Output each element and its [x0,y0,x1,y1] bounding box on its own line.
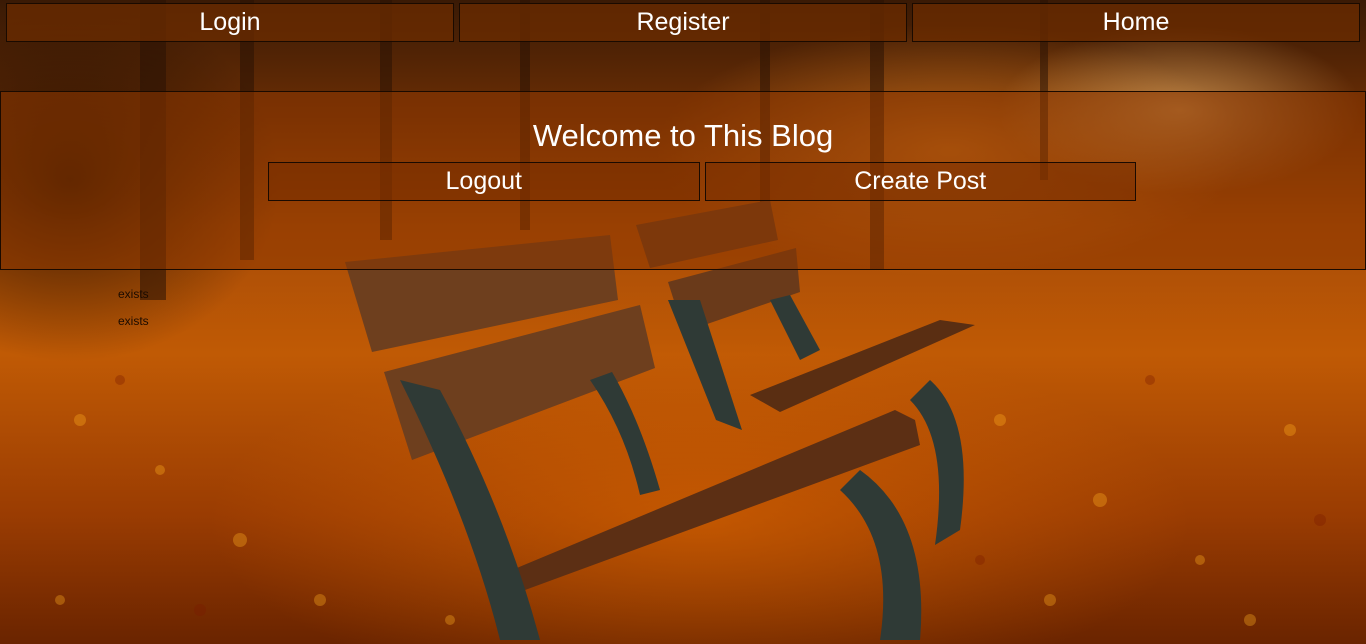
page-title: Welcome to This Blog [532,118,834,153]
home-button[interactable]: Home [912,3,1360,42]
logout-button[interactable]: Logout [268,162,700,201]
register-button[interactable]: Register [459,3,907,42]
message-item: exists [118,287,149,301]
create-post-button[interactable]: Create Post [704,162,1136,201]
panel-actions: Logout Create Post [268,162,1136,201]
login-button[interactable]: Login [6,3,454,42]
message-list: exists exists [0,281,200,335]
welcome-panel: Welcome to This Blog Logout Create Post [0,91,1366,270]
top-navigation: Login Register Home [6,3,1360,42]
message-item: exists [118,314,149,328]
